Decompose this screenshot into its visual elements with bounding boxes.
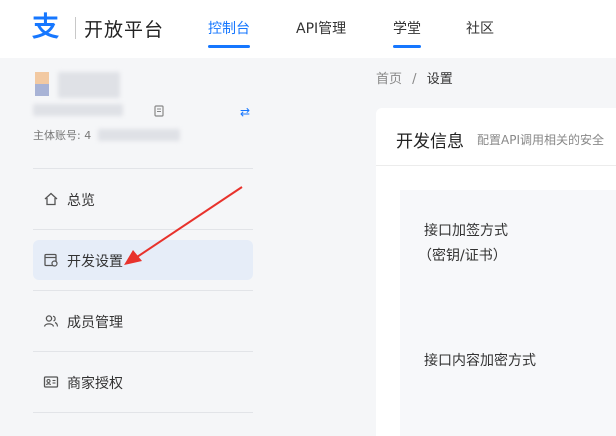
- sidebar-item-label: 商家授权: [67, 376, 123, 392]
- encrypt-method-label: 接口内容加密方式: [424, 353, 536, 369]
- sidebar-item-label: 总览: [67, 193, 95, 209]
- nav-community[interactable]: 社区: [466, 18, 494, 38]
- nav-academy-underline: [393, 45, 421, 48]
- nav-community-label: 社区: [466, 21, 494, 37]
- sign-method-sublabel: （密钥/证书）: [418, 248, 507, 264]
- nav-api-management-label: API管理: [296, 21, 347, 37]
- breadcrumb-separator: /: [412, 72, 417, 87]
- nav-academy[interactable]: 学堂: [393, 18, 421, 48]
- settings-form-area: 接口加签方式 （密钥/证书） 接口内容加密方式: [400, 190, 616, 436]
- sidebar-item-merchant-auth[interactable]: 商家授权: [33, 362, 253, 402]
- breadcrumb-home[interactable]: 首页: [376, 72, 402, 87]
- sidebar-item-overview[interactable]: 总览: [33, 179, 253, 219]
- nav-console[interactable]: 控制台: [208, 18, 250, 48]
- sidebar-divider: [33, 168, 253, 169]
- sidebar-divider: [33, 229, 253, 230]
- sidebar-divider: [33, 290, 253, 291]
- sidebar-item-members[interactable]: 成员管理: [33, 301, 253, 341]
- account-label: 主体账号: 4: [33, 129, 92, 142]
- dev-settings-icon: [44, 253, 58, 267]
- sidebar-item-label: 成员管理: [67, 315, 123, 331]
- panel-description: 配置API调用相关的安全: [477, 133, 604, 147]
- alipay-logo-icon[interactable]: 支: [32, 12, 64, 44]
- panel-divider: [376, 165, 616, 166]
- home-icon: [44, 192, 58, 206]
- sidebar: ⇄ 主体账号: 4 总览 开发设置 成员管理 商家授权: [0, 58, 270, 436]
- panel-title: 开发信息: [396, 132, 464, 152]
- account-id-redacted: [98, 129, 180, 141]
- dev-info-panel: 开发信息 配置API调用相关的安全 接口加签方式 （密钥/证书） 接口内容加密方…: [376, 108, 616, 436]
- id-card-icon: [43, 376, 59, 388]
- platform-title[interactable]: 开放平台: [84, 15, 164, 42]
- members-icon: [43, 315, 59, 327]
- app-name-redacted: [58, 72, 120, 98]
- copy-icon[interactable]: [153, 105, 165, 117]
- nav-academy-label: 学堂: [393, 21, 421, 37]
- sidebar-item-label: 开发设置: [67, 254, 123, 270]
- nav-api-management[interactable]: API管理: [296, 18, 346, 38]
- sidebar-divider: [33, 351, 253, 352]
- nav-console-underline: [208, 45, 250, 48]
- sidebar-item-dev-settings[interactable]: 开发设置: [33, 240, 253, 280]
- breadcrumb: 首页 / 设置: [376, 68, 453, 87]
- switch-app-icon[interactable]: ⇄: [240, 105, 250, 119]
- sign-method-label: 接口加签方式: [424, 223, 508, 239]
- breadcrumb-current: 设置: [426, 72, 453, 87]
- app-id-redacted: [33, 104, 123, 116]
- sidebar-divider: [33, 412, 253, 413]
- app-avatar: [35, 72, 49, 96]
- top-navigation-bar: 支 开放平台 控制台 API管理 学堂 社区: [0, 0, 616, 58]
- nav-console-label: 控制台: [208, 21, 250, 37]
- logo-separator: [75, 17, 76, 39]
